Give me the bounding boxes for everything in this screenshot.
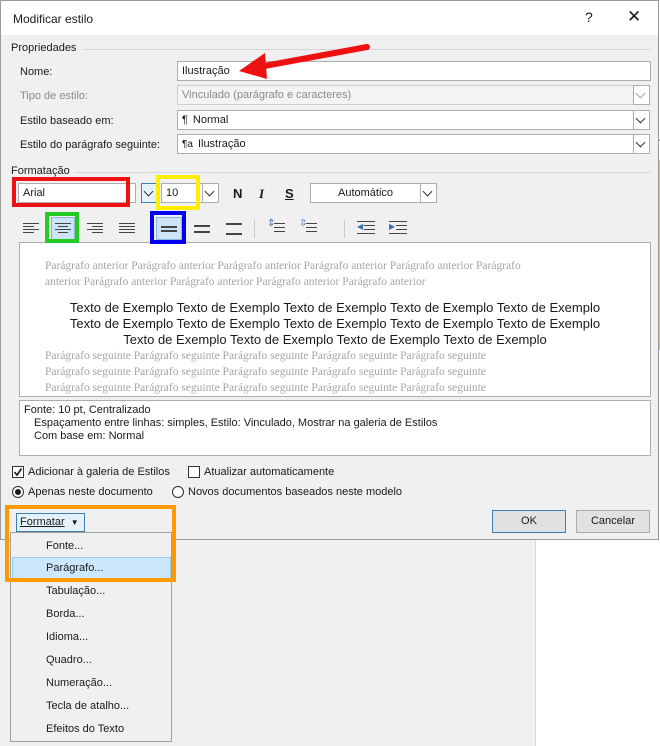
ok-button[interactable]: OK — [492, 510, 566, 533]
decrease-paragraph-spacing-icon[interactable]: ⇳ — [299, 218, 317, 237]
add-to-gallery-checkbox[interactable] — [12, 466, 24, 478]
preview-previous-line: anterior Parágrafo anterior Parágrafo an… — [45, 276, 426, 288]
description-line: Fonte: 10 pt, Centralizado — [24, 404, 151, 416]
based-on-select[interactable]: ¶ Normal — [177, 110, 634, 130]
cancel-button[interactable]: Cancelar — [576, 510, 650, 533]
preview-next-line: Parágrafo seguinte Parágrafo seguinte Pa… — [45, 350, 486, 362]
menu-item-language[interactable]: Idioma... — [12, 626, 171, 649]
format-menu-highlight-box — [5, 505, 176, 582]
description-line: Com base em: Normal — [34, 430, 145, 442]
based-on-label: Estilo baseado em: — [20, 115, 114, 127]
font-highlight-box — [12, 177, 130, 207]
close-icon[interactable]: ✕ — [627, 7, 641, 27]
next-style-select[interactable]: ¶a Ilustração — [177, 134, 634, 154]
single-spacing-highlight-box — [150, 211, 186, 244]
only-this-document-radio[interactable] — [12, 486, 24, 498]
next-style-dropdown-icon[interactable] — [633, 134, 650, 154]
color-select[interactable]: Automático — [310, 183, 421, 203]
based-on-dropdown-icon[interactable] — [633, 110, 650, 130]
style-preview: Parágrafo anterior Parágrafo anterior Pa… — [19, 242, 651, 397]
paragraph-mark-icon: ¶ — [182, 114, 188, 126]
size-highlight-box — [156, 175, 200, 210]
justify-icon[interactable] — [119, 223, 135, 235]
center-align-highlight-box — [45, 212, 79, 243]
style-type-select: Vinculado (parágrafo e caracteres) — [177, 85, 634, 105]
double-spacing-icon[interactable] — [226, 223, 242, 235]
auto-update-label[interactable]: Atualizar automaticamente — [204, 466, 334, 478]
bold-button[interactable]: N — [233, 186, 242, 201]
new-documents-label[interactable]: Novos documentos baseados neste modelo — [188, 486, 402, 498]
only-this-document-label[interactable]: Apenas neste documento — [28, 486, 153, 498]
italic-button[interactable]: I — [259, 186, 264, 202]
color-dropdown-icon[interactable] — [420, 183, 437, 203]
style-type-value: Vinculado (parágrafo e caracteres) — [182, 89, 352, 101]
increase-indent-icon[interactable]: ▶ — [389, 221, 407, 235]
style-type-dropdown-icon — [633, 85, 650, 105]
decrease-indent-icon[interactable]: ◀ — [357, 221, 375, 235]
style-description: Fonte: 10 pt, Centralizado Espaçamento e… — [19, 400, 651, 456]
color-value: Automático — [337, 187, 394, 199]
help-icon[interactable]: ? — [585, 9, 593, 25]
menu-item-text-effects[interactable]: Efeitos do Texto — [12, 718, 171, 741]
name-input-value: Ilustração — [182, 65, 230, 77]
properties-group-label: Propriedades — [11, 42, 77, 54]
preview-sample-line: Texto de Exemplo Texto de Exemplo Texto … — [69, 316, 601, 331]
formatting-divider — [75, 172, 651, 173]
name-label: Nome: — [20, 66, 53, 78]
title-bar: Modificar estilo ? ✕ — [1, 1, 658, 35]
increase-paragraph-spacing-icon[interactable]: ⇕ — [267, 218, 285, 237]
align-left-icon[interactable] — [23, 223, 39, 235]
preview-next-line: Parágrafo seguinte Parágrafo seguinte Pa… — [45, 382, 486, 394]
font-size-dropdown-icon[interactable] — [202, 183, 219, 203]
style-type-label: Tipo de estilo: — [20, 90, 89, 102]
next-style-value: Ilustração — [197, 138, 246, 150]
align-right-icon[interactable] — [87, 223, 103, 235]
based-on-value: Normal — [192, 114, 229, 126]
preview-next-line: Parágrafo seguinte Parágrafo seguinte Pa… — [45, 366, 486, 378]
new-documents-radio[interactable] — [172, 486, 184, 498]
menu-item-numbering[interactable]: Numeração... — [12, 672, 171, 695]
preview-sample-line: Texto de Exemplo Texto de Exemplo Texto … — [69, 300, 601, 315]
menu-item-shortcut-key[interactable]: Tecla de atalho... — [12, 695, 171, 718]
toolbar-divider — [254, 220, 255, 238]
preview-sample-line: Texto de Exemplo Texto de Exemplo Texto … — [123, 332, 547, 347]
auto-update-checkbox[interactable] — [188, 466, 200, 478]
preview-previous-line: Parágrafo anterior Parágrafo anterior Pa… — [45, 260, 521, 272]
next-style-label: Estilo do parágrafo seguinte: — [20, 139, 161, 151]
linked-style-icon: ¶a — [182, 139, 193, 150]
annotation-arrow-icon — [239, 44, 370, 79]
modify-style-dialog: Modificar estilo ? ✕ Propriedades Nome: … — [0, 0, 659, 540]
add-to-gallery-label[interactable]: Adicionar à galeria de Estilos — [28, 466, 170, 478]
menu-item-tabs[interactable]: Tabulação... — [12, 580, 171, 603]
menu-item-border[interactable]: Borda... — [12, 603, 171, 626]
underline-button[interactable]: S — [285, 186, 294, 201]
description-line: Espaçamento entre linhas: simples, Estil… — [34, 417, 438, 429]
one-half-spacing-icon[interactable] — [194, 223, 210, 235]
menu-item-frame[interactable]: Quadro... — [12, 649, 171, 672]
formatting-group-label: Formatação — [11, 165, 70, 177]
dialog-title: Modificar estilo — [13, 12, 94, 26]
toolbar-divider-2 — [344, 220, 345, 238]
checkmark-icon — [13, 468, 23, 477]
